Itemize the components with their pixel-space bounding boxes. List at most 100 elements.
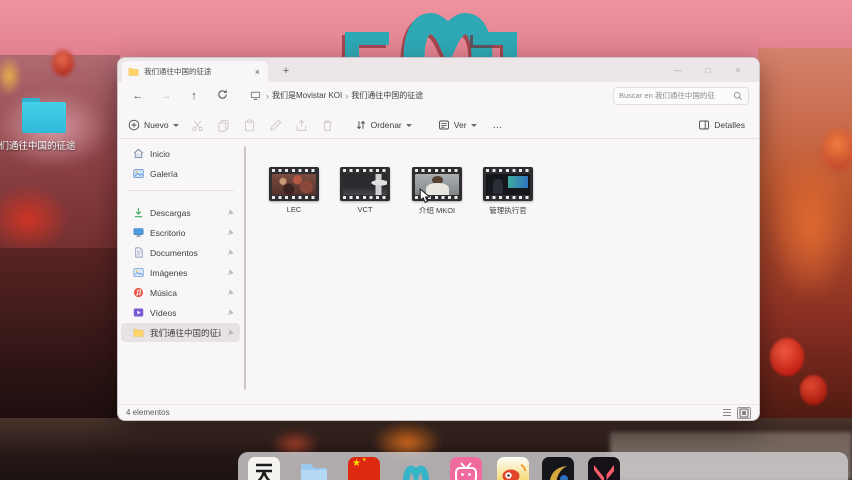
sidebar-item-inicio[interactable]: Inicio [121, 144, 240, 163]
pin-icon [227, 329, 234, 336]
copy-icon [217, 119, 230, 132]
details-pane-button[interactable]: Detalles [698, 119, 745, 131]
wallpaper-trees [0, 248, 118, 433]
scissors-icon [191, 119, 204, 132]
bilibili-icon[interactable] [450, 457, 482, 480]
file-management[interactable]: 管理执行官 [476, 167, 540, 216]
back-button[interactable]: ← [124, 90, 152, 102]
lantern-icon [822, 130, 852, 170]
sidebar-item-label: Inicio [150, 149, 240, 159]
sidebar-item-musica[interactable]: Música [121, 283, 240, 302]
wallpaper-ornament [0, 56, 22, 96]
navigation-pane: Inicio Galería Descargas Escritorio Docu… [118, 140, 246, 404]
sidebar-item-label: Imágenes [150, 268, 221, 278]
game-icon[interactable] [542, 457, 574, 480]
refresh-button[interactable] [208, 89, 236, 103]
music-icon [133, 287, 144, 298]
cut-button[interactable] [185, 119, 211, 132]
koi-kanji-icon[interactable] [248, 457, 280, 480]
sidebar-item-videos[interactable]: Vídeos [121, 303, 240, 322]
view-button[interactable]: Ver [432, 119, 483, 131]
explorer-tab[interactable]: 我们通往中国的征途 × [122, 61, 268, 82]
movistar-m-icon[interactable] [400, 457, 432, 480]
sidebar-item-label: 我们通往中国的征途 [150, 327, 221, 339]
chevron-down-icon [406, 124, 412, 127]
search-box[interactable] [613, 87, 749, 105]
pin-icon [227, 209, 234, 216]
sort-arrows-icon [355, 119, 367, 131]
sidebar-item-label: Descargas [150, 208, 221, 218]
sidebar-item-documentos[interactable]: Documentos [121, 243, 240, 262]
copy-button[interactable] [211, 119, 237, 132]
video-thumbnail [483, 167, 533, 201]
movistar-logo [333, 0, 529, 60]
wallpaper-right [758, 48, 852, 433]
folder-icon [133, 327, 144, 338]
home-icon [133, 148, 144, 159]
pin-icon [227, 249, 234, 256]
lantern-icon [800, 375, 827, 405]
pin-icon [227, 309, 234, 316]
share-button[interactable] [289, 119, 315, 132]
up-button[interactable]: ↑ [180, 90, 208, 102]
paste-button[interactable] [237, 119, 263, 132]
paste-icon [243, 119, 256, 132]
view-icon [438, 119, 450, 131]
lantern-icon [52, 50, 74, 76]
file-name: LEC [262, 205, 326, 214]
minimize-button[interactable]: — [663, 65, 693, 75]
delete-button[interactable] [315, 119, 341, 132]
tab-close-icon[interactable]: × [253, 67, 262, 77]
valorant-icon[interactable] [588, 457, 620, 480]
forward-button[interactable]: → [152, 90, 180, 102]
refresh-icon [217, 89, 228, 100]
chevron-down-icon [471, 124, 477, 127]
new-button-label: Nuevo [144, 120, 169, 130]
desktop-icon [133, 227, 144, 238]
sidebar-item-current-folder[interactable]: 我们通往中国的征途 [121, 323, 240, 342]
file-name: 管理执行官 [476, 205, 540, 216]
pin-icon [227, 229, 234, 236]
search-input[interactable] [619, 91, 733, 100]
weibo-icon[interactable] [497, 457, 529, 480]
window-controls: — □ × [663, 58, 753, 82]
thumbnail-view-icon [739, 408, 749, 418]
folder-icon[interactable] [298, 457, 330, 480]
sidebar-item-imagenes[interactable]: Imágenes [121, 263, 240, 282]
sort-button[interactable]: Ordenar [349, 119, 418, 131]
sidebar-item-descargas[interactable]: Descargas [121, 203, 240, 222]
maximize-button[interactable]: □ [693, 65, 723, 75]
breadcrumb-separator: › [266, 91, 269, 101]
status-bar: 4 elementos [118, 404, 759, 420]
folder-body [22, 102, 66, 133]
large-icons-view-button[interactable] [737, 407, 751, 419]
file-vct[interactable]: VCT [333, 167, 397, 214]
china-flag-icon[interactable]: ★★ [348, 457, 380, 480]
close-button[interactable]: × [723, 65, 753, 75]
new-tab-button[interactable]: + [278, 63, 294, 79]
rename-icon [269, 119, 282, 132]
sidebar-item-label: Escritorio [150, 228, 221, 238]
details-view-button[interactable] [720, 407, 734, 419]
breadcrumb-item[interactable]: 我们通往中国的征途 [351, 90, 423, 101]
more-options-button[interactable]: … [483, 120, 514, 131]
file-explorer-window: 我们通往中国的征途 × + — □ × ← → ↑ › 我们是Movistar … [117, 57, 760, 421]
desktop-folder-label: 我们通往中国的征途 [0, 138, 94, 152]
wallpaper-blob [0, 185, 70, 253]
pin-icon [227, 289, 234, 296]
rename-button[interactable] [263, 119, 289, 132]
tab-title: 我们通往中国的征途 [144, 66, 248, 77]
file-intro-mkoi[interactable]: 介绍 MKOI [405, 167, 469, 216]
desktop-folder-icon[interactable] [22, 98, 66, 134]
file-list: LEC VCT 介绍 MKOI [246, 140, 759, 404]
new-button[interactable]: Nuevo [122, 119, 185, 131]
details-pane-icon [698, 119, 710, 131]
sidebar-item-escritorio[interactable]: Escritorio [121, 223, 240, 242]
address-bar: ← → ↑ › 我们是Movistar KOI › 我们通往中国的征途 [118, 82, 759, 109]
mouse-cursor [419, 188, 431, 204]
file-lec[interactable]: LEC [262, 167, 326, 214]
sidebar-item-galeria[interactable]: Galería [121, 164, 240, 183]
toolbar: Nuevo Ordenar [118, 112, 759, 139]
wallpaper-left [0, 55, 120, 265]
breadcrumb-item[interactable]: 我们是Movistar KOI [272, 90, 342, 101]
